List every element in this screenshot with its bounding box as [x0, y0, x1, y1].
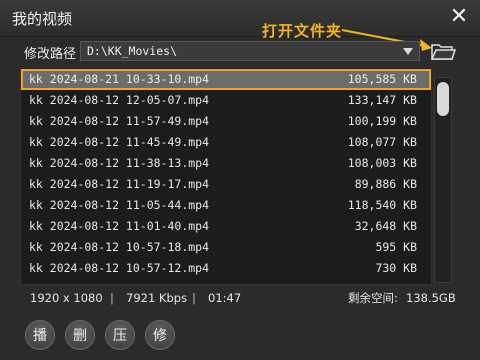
- file-name: kk 2024-08-12 11-57-49.mp4: [29, 114, 210, 128]
- open-folder-icon[interactable]: [430, 40, 456, 62]
- file-name: kk 2024-08-12 11-19-17.mp4: [29, 177, 210, 191]
- open-folder-annotation: 打开文件夹: [262, 22, 343, 40]
- file-row[interactable]: kk 2024-08-12 11-05-44.mp4 118,540 KB: [21, 195, 431, 216]
- resolution-text: 1920 x 1080: [30, 291, 103, 305]
- file-row[interactable]: kk 2024-08-12 10-57-12.mp4 730 KB: [21, 258, 431, 279]
- file-row[interactable]: kk 2024-08-12 11-01-40.mp4 32,648 KB: [21, 216, 431, 237]
- bitrate-text: 7921 Kbps: [126, 291, 188, 305]
- file-row[interactable]: kk 2024-08-21 10-33-10.mp4 105,585 KB: [21, 69, 431, 90]
- free-space-label: 剩余空间:: [348, 291, 398, 305]
- file-size: 730 KB: [375, 261, 417, 275]
- file-size: 89,886 KB: [354, 177, 417, 191]
- path-value: D:\KK_Movies\: [87, 44, 178, 58]
- window-title: 我的视频: [12, 10, 73, 28]
- free-space-value: 138.5GB: [406, 291, 456, 305]
- file-size: 32,648 KB: [354, 219, 417, 233]
- file-size: 108,077 KB: [347, 135, 417, 149]
- file-name: kk 2024-08-12 11-05-44.mp4: [29, 198, 210, 212]
- file-size: 595 KB: [375, 240, 417, 254]
- file-name: kk 2024-08-12 10-57-12.mp4: [29, 261, 210, 275]
- path-dropdown[interactable]: D:\KK_Movies\: [80, 41, 420, 61]
- status-bar: 1920 x 1080 | 7921 Kbps | 01:47 剩余空间: 13…: [20, 287, 460, 309]
- delete-button[interactable]: 删: [65, 320, 95, 350]
- scroll-thumb[interactable]: [437, 82, 449, 116]
- play-button[interactable]: 播: [25, 320, 55, 350]
- chevron-down-icon[interactable]: [403, 48, 413, 55]
- file-row[interactable]: kk 2024-08-12 11-45-49.mp4 108,077 KB: [21, 132, 431, 153]
- file-name: kk 2024-08-12 12-05-07.mp4: [29, 93, 210, 107]
- file-name: kk 2024-08-12 11-01-40.mp4: [29, 219, 210, 233]
- compress-button[interactable]: 压: [105, 320, 135, 350]
- file-size: 100,199 KB: [347, 114, 417, 128]
- scrollbar[interactable]: [434, 77, 452, 283]
- edit-button[interactable]: 修: [145, 320, 175, 350]
- file-name: kk 2024-08-12 11-45-49.mp4: [29, 135, 210, 149]
- file-size: 133,147 KB: [347, 93, 417, 107]
- file-size: 118,540 KB: [347, 198, 417, 212]
- separator: |: [110, 291, 114, 305]
- file-name: kk 2024-08-12 10-57-18.mp4: [29, 240, 210, 254]
- file-row[interactable]: kk 2024-08-12 11-19-17.mp4 89,886 KB: [21, 174, 431, 195]
- file-name: kk 2024-08-12 11-38-13.mp4: [29, 156, 210, 170]
- file-size: 105,585 KB: [347, 72, 417, 86]
- file-row[interactable]: kk 2024-08-12 11-38-13.mp4 108,003 KB: [21, 153, 431, 174]
- separator: |: [192, 291, 196, 305]
- file-row[interactable]: kk 2024-08-12 10-57-18.mp4 595 KB: [21, 237, 431, 258]
- file-list[interactable]: kk 2024-08-21 10-33-10.mp4 105,585 KB kk 2…: [20, 67, 432, 285]
- close-icon[interactable]: ✕: [448, 6, 470, 28]
- file-name: kk 2024-08-21 10-33-10.mp4: [29, 72, 210, 86]
- file-row[interactable]: kk 2024-08-12 11-57-49.mp4 100,199 KB: [21, 111, 431, 132]
- path-label: 修改路径: [24, 47, 77, 62]
- duration-text: 01:47: [208, 291, 242, 305]
- file-row[interactable]: kk 2024-08-12 12-05-07.mp4 133,147 KB: [21, 90, 431, 111]
- file-size: 108,003 KB: [347, 156, 417, 170]
